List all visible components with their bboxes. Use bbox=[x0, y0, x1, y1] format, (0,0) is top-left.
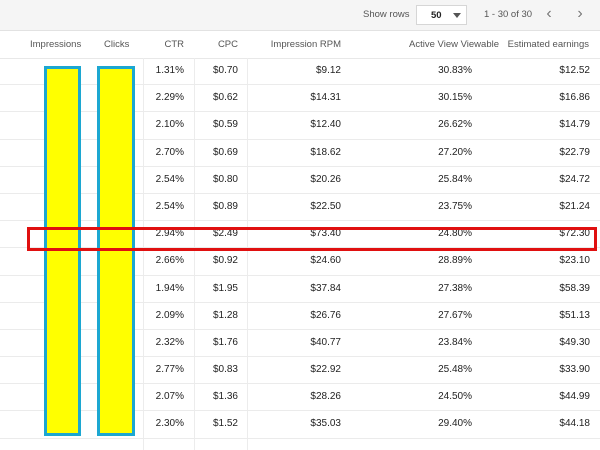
cell-viewable: 27.67% bbox=[438, 309, 472, 321]
table-row: 2.30% $1.52 $35.03 29.40% $44.18 bbox=[0, 411, 600, 439]
cell-cpc: $0.69 bbox=[212, 146, 238, 158]
highlighted-row-outline bbox=[27, 227, 597, 251]
cell-earnings: $16.86 bbox=[559, 92, 590, 104]
cell-earnings: $44.99 bbox=[559, 391, 590, 403]
cell-viewable: 24.50% bbox=[438, 391, 472, 403]
cell-cpc: $0.59 bbox=[212, 119, 238, 131]
cell-rpm: $9.12 bbox=[315, 65, 341, 76]
cell-rpm: $26.76 bbox=[310, 309, 341, 321]
cell-rpm: $28.26 bbox=[310, 391, 341, 403]
table-row: 1.94% $1.95 $37.84 27.38% $58.39 bbox=[0, 276, 600, 303]
table-row: 2.10% $0.59 $12.40 26.62% $14.79 bbox=[0, 112, 600, 140]
show-rows-label: Show rows bbox=[363, 9, 410, 20]
cell-ctr: 2.77% bbox=[155, 364, 184, 376]
cell-ctr: 2.30% bbox=[155, 418, 184, 430]
table-row: 2.66% $0.92 $24.60 28.89% $23.10 bbox=[0, 248, 600, 276]
cell-cpc: $1.36 bbox=[212, 391, 238, 403]
cell-rpm: $24.60 bbox=[310, 255, 341, 267]
cell-earnings: $22.79 bbox=[559, 146, 590, 158]
column-header-rpm[interactable]: Impression RPM bbox=[271, 39, 341, 50]
cell-earnings: $44.18 bbox=[559, 418, 590, 430]
cell-rpm: $37.84 bbox=[310, 282, 341, 294]
cell-cpc: $1.52 bbox=[212, 418, 238, 430]
cell-viewable: 27.38% bbox=[438, 282, 472, 294]
cell-cpc: $1.28 bbox=[212, 309, 238, 321]
cell-viewable: 25.48% bbox=[438, 364, 472, 376]
cell-viewable: 26.62% bbox=[438, 119, 472, 131]
cell-viewable: 28.89% bbox=[438, 255, 472, 267]
impressions-highlight bbox=[44, 66, 81, 436]
chevron-left-icon[interactable]: ‹ bbox=[538, 4, 560, 26]
table-header: Impressions Clicks CTR CPC Impression RP… bbox=[0, 31, 600, 59]
cell-earnings: $58.39 bbox=[559, 282, 590, 294]
cell-cpc: $0.92 bbox=[212, 255, 238, 267]
dropdown-caret-icon bbox=[453, 13, 461, 18]
column-header-clicks[interactable]: Clicks bbox=[104, 39, 129, 50]
cell-rpm: $14.31 bbox=[310, 92, 341, 104]
table-row: 2.07% $1.36 $28.26 24.50% $44.99 bbox=[0, 384, 600, 412]
cell-rpm: $40.77 bbox=[310, 336, 341, 348]
cell-cpc: $0.62 bbox=[212, 92, 238, 104]
rows-per-page-select[interactable]: 50 bbox=[416, 5, 467, 25]
cell-rpm: $12.40 bbox=[310, 119, 341, 131]
pagination-range: 1 - 30 of 30 bbox=[484, 9, 533, 20]
cell-earnings: $21.24 bbox=[559, 200, 590, 212]
cell-cpc: $1.95 bbox=[212, 282, 238, 294]
table-row: 2.77% $0.83 $22.92 25.48% $33.90 bbox=[0, 357, 600, 385]
table-row: 2.70% $0.69 $18.62 27.20% $22.79 bbox=[0, 140, 600, 167]
column-header-earnings[interactable]: Estimated earnings bbox=[508, 39, 589, 50]
rows-per-page-value: 50 bbox=[431, 10, 442, 21]
cell-cpc: $0.83 bbox=[212, 364, 238, 376]
table-row: 2.54% $0.80 $20.26 25.84% $24.72 bbox=[0, 167, 600, 194]
cell-ctr: 2.10% bbox=[155, 119, 184, 131]
cell-viewable: 23.84% bbox=[438, 336, 472, 348]
cell-earnings: $14.79 bbox=[559, 119, 590, 131]
table-toolbar: Show rows 50 1 - 30 of 30 ‹ › bbox=[0, 0, 600, 31]
clicks-highlight bbox=[97, 66, 135, 436]
column-header-impressions[interactable]: Impressions bbox=[30, 39, 81, 50]
cell-earnings: $33.90 bbox=[559, 364, 590, 376]
cell-viewable: 23.75% bbox=[438, 200, 472, 212]
cell-ctr: 2.32% bbox=[155, 336, 184, 348]
cell-ctr: 2.66% bbox=[155, 255, 184, 267]
table-row: 2.32% $1.76 $40.77 23.84% $49.30 bbox=[0, 330, 600, 358]
column-header-cpc[interactable]: CPC bbox=[218, 39, 238, 50]
cell-viewable: 27.20% bbox=[438, 146, 472, 158]
cell-ctr: 2.07% bbox=[155, 391, 184, 403]
cell-earnings: $23.10 bbox=[559, 255, 590, 267]
cell-earnings: $24.72 bbox=[559, 173, 590, 185]
cell-rpm: $22.92 bbox=[310, 364, 341, 376]
table-row: 2.29% $0.62 $14.31 30.15% $16.86 bbox=[0, 85, 600, 113]
cell-viewable: 25.84% bbox=[438, 173, 472, 185]
cell-ctr: 2.54% bbox=[155, 200, 184, 212]
cell-rpm: $20.26 bbox=[310, 173, 341, 185]
cell-cpc: $1.76 bbox=[212, 336, 238, 348]
cell-cpc: $0.70 bbox=[212, 65, 238, 76]
cell-ctr: 2.09% bbox=[155, 309, 184, 321]
cell-earnings: $49.30 bbox=[559, 336, 590, 348]
cell-viewable: 30.15% bbox=[438, 92, 472, 104]
table-row: 1.31% $0.70 $9.12 30.83% $12.52 bbox=[0, 58, 600, 86]
cell-viewable: 30.83% bbox=[438, 65, 472, 76]
cell-cpc: $0.89 bbox=[212, 200, 238, 212]
cell-ctr: 1.94% bbox=[155, 282, 184, 294]
cell-earnings: $12.52 bbox=[559, 65, 590, 76]
table-row: 2.54% $0.89 $22.50 23.75% $21.24 bbox=[0, 194, 600, 222]
cell-ctr: 2.29% bbox=[155, 92, 184, 104]
column-header-viewable[interactable]: Active View Viewable bbox=[409, 39, 499, 50]
cell-earnings: $51.13 bbox=[559, 309, 590, 321]
cell-rpm: $18.62 bbox=[310, 146, 341, 158]
column-header-ctr[interactable]: CTR bbox=[164, 39, 184, 50]
table-row: 2.09% $1.28 $26.76 27.67% $51.13 bbox=[0, 303, 600, 330]
cell-ctr: 2.70% bbox=[155, 146, 184, 158]
cell-rpm: $35.03 bbox=[310, 418, 341, 430]
cell-ctr: 2.54% bbox=[155, 173, 184, 185]
cell-cpc: $0.80 bbox=[212, 173, 238, 185]
chevron-right-icon[interactable]: › bbox=[569, 4, 591, 26]
cell-ctr: 1.31% bbox=[155, 65, 184, 76]
cell-viewable: 29.40% bbox=[438, 418, 472, 430]
cell-rpm: $22.50 bbox=[310, 200, 341, 212]
